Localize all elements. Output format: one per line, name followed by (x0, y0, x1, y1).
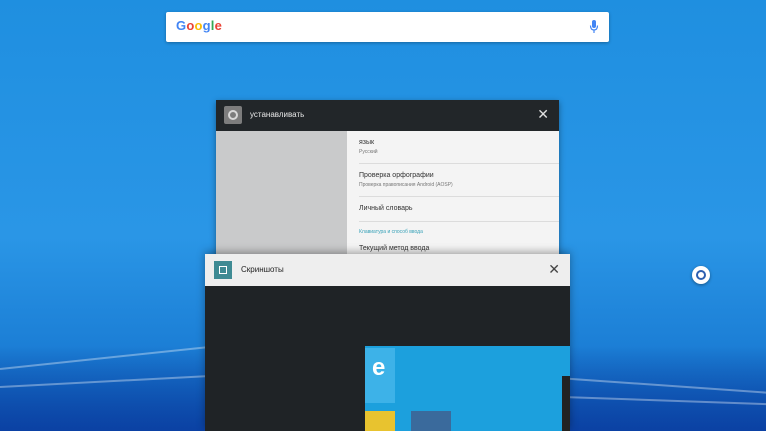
crop-icon (214, 261, 232, 279)
recent-app-settings[interactable]: устанавливать ✕ язык Русский Проверка ор… (216, 100, 559, 260)
preview-tile: e (365, 348, 395, 403)
preview-edge (562, 376, 570, 431)
preview-tile (365, 411, 395, 431)
preview-tile (411, 411, 451, 431)
settings-item-language[interactable]: язык Русский (359, 139, 559, 164)
app-e-icon: e (372, 354, 386, 381)
settings-left-pane (216, 131, 347, 260)
close-icon[interactable]: ✕ (548, 262, 560, 276)
google-search-bar[interactable]: Google (166, 12, 609, 42)
screenshots-card-title: Скриншоты (241, 265, 284, 274)
screenshot-preview: e (365, 346, 570, 431)
gear-icon (224, 106, 242, 124)
screenshots-card-header[interactable]: Скриншоты ✕ (205, 254, 570, 286)
google-logo: Google (176, 18, 223, 33)
settings-card-header[interactable]: устанавливать ✕ (216, 100, 559, 131)
floating-record-button[interactable] (692, 266, 710, 284)
settings-card-title: устанавливать (250, 110, 305, 119)
settings-item-personal-dictionary[interactable]: Личный словарь (359, 205, 559, 222)
settings-item-spellcheck[interactable]: Проверка орфографии Проверка правописани… (359, 172, 559, 197)
mic-icon[interactable] (589, 19, 599, 35)
settings-right-pane: язык Русский Проверка орфографии Проверк… (347, 131, 559, 260)
close-icon[interactable]: ✕ (537, 107, 549, 121)
settings-section-keyboard: Клавиатура и способ ввода (359, 229, 423, 235)
recent-app-screenshots[interactable]: Скриншоты ✕ e (205, 254, 570, 431)
